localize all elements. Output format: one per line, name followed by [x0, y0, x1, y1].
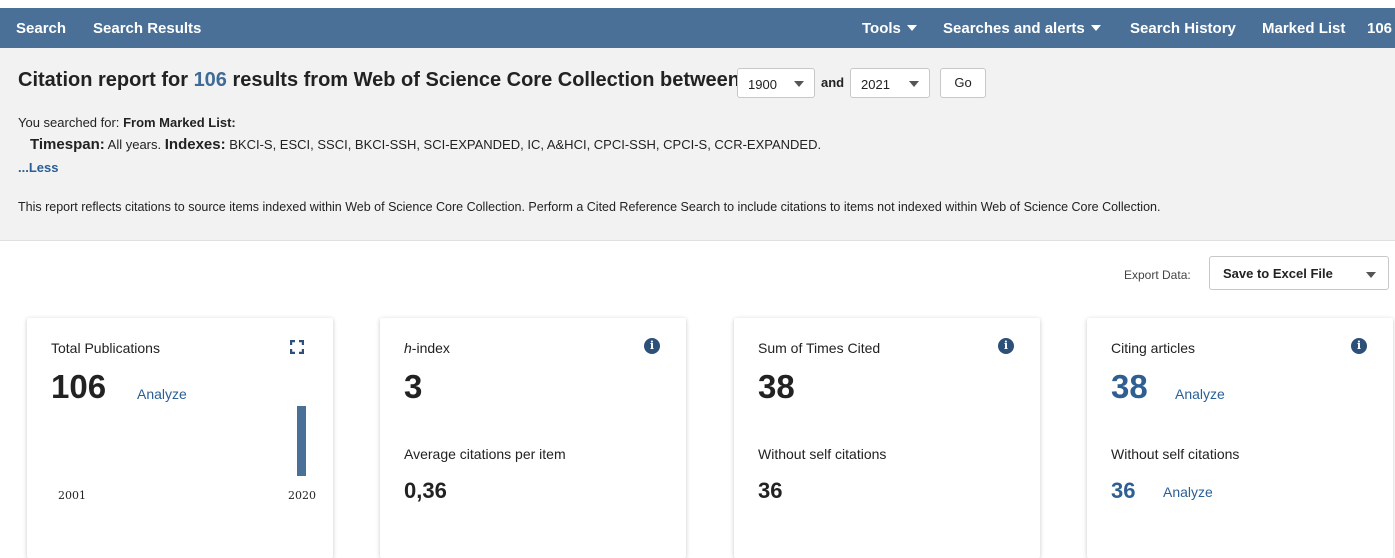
h-index-label-prefix: h: [404, 340, 412, 356]
citing-without-self-label: Without self citations: [1111, 446, 1240, 462]
axis-year-end: 2020: [288, 489, 316, 502]
nav-tools-menu[interactable]: Tools: [862, 20, 917, 37]
chevron-down-icon: [1090, 25, 1101, 31]
h-index-card: h-index i 3 Average citations per item 0…: [380, 318, 686, 558]
title-prefix: Citation report for: [18, 69, 188, 91]
nav-search-history-link[interactable]: Search History: [1130, 20, 1236, 37]
citing-articles-value[interactable]: 38: [1111, 368, 1148, 406]
export-select[interactable]: Save to Excel File: [1209, 256, 1389, 290]
export-select-value: Save to Excel File: [1223, 266, 1333, 281]
average-citations-value: 0,36: [404, 478, 447, 503]
searched-for-value: From Marked List:: [123, 115, 236, 130]
chevron-down-icon: [794, 81, 804, 87]
without-self-citations-value: 36: [758, 478, 783, 503]
publications-bar: [297, 406, 306, 476]
nav-search-link[interactable]: Search: [16, 20, 66, 37]
axis-year-start: 2001: [58, 489, 86, 502]
sum-times-cited-card: Sum of Times Cited i 38 Without self cit…: [734, 318, 1040, 558]
expand-icon[interactable]: [290, 340, 304, 354]
chevron-down-icon: [1366, 272, 1376, 278]
search-summary-panel: Citation report for 106 results from Web…: [0, 48, 1395, 241]
info-icon[interactable]: i: [998, 338, 1014, 354]
year-from-select[interactable]: 1900: [737, 68, 815, 98]
average-citations-label: Average citations per item: [404, 446, 566, 462]
and-label: and: [821, 75, 845, 90]
top-navigation-bar: Search Search Results Tools Searches and…: [0, 8, 1395, 48]
nav-marked-list-link[interactable]: Marked List: [1262, 20, 1345, 37]
nav-search-results-link[interactable]: Search Results: [93, 20, 201, 37]
sum-times-cited-value: 38: [758, 368, 795, 405]
nav-searches-alerts-label: Searches and alerts: [943, 20, 1085, 37]
citing-without-self-analyze-link[interactable]: Analyze: [1163, 484, 1213, 500]
indexes-label: Indexes:: [164, 136, 226, 153]
year-from-value: 1900: [748, 77, 777, 92]
citing-without-self-value[interactable]: 36: [1111, 478, 1135, 504]
year-to-select[interactable]: 2021: [850, 68, 930, 98]
result-count: 106: [193, 69, 227, 91]
h-index-value: 3: [404, 368, 423, 405]
nav-tools-label: Tools: [862, 20, 901, 37]
timespan-value: All years.: [107, 137, 162, 152]
total-publications-value: 106: [51, 368, 107, 405]
citing-articles-card: Citing articles i 38 Analyze Without sel…: [1087, 318, 1393, 558]
searched-for-label: You searched for:: [18, 115, 120, 130]
chevron-down-icon: [906, 25, 917, 31]
year-to-value: 2021: [861, 77, 890, 92]
timespan-indexes-line: Timespan: All years. Indexes: BKCI-S, ES…: [30, 136, 821, 153]
marked-list-count[interactable]: 106: [1367, 20, 1392, 37]
without-self-citations-label: Without self citations: [758, 446, 887, 462]
citing-analyze-link[interactable]: Analyze: [1175, 386, 1225, 402]
searched-for-line: You searched for: From Marked List:: [18, 115, 236, 130]
total-publications-card: Total Publications 106 Analyze 2001 2020: [27, 318, 333, 558]
report-title: Citation report for 106 results from Web…: [18, 69, 740, 92]
total-publications-label: Total Publications: [51, 340, 160, 356]
title-suffix: results from Web of Science Core Collect…: [232, 69, 741, 91]
h-index-label-suffix: -index: [411, 340, 450, 356]
citing-articles-label: Citing articles: [1111, 340, 1196, 356]
timespan-label: Timespan:: [30, 136, 105, 153]
sum-times-cited-label: Sum of Times Cited: [758, 340, 881, 356]
info-icon[interactable]: i: [1351, 338, 1367, 354]
total-analyze-link[interactable]: Analyze: [137, 386, 187, 402]
export-data-label: Export Data:: [1124, 268, 1191, 282]
indexes-value: BKCI-S, ESCI, SSCI, BKCI-SSH, SCI-EXPAND…: [229, 137, 822, 152]
chevron-down-icon: [909, 81, 919, 87]
go-button[interactable]: Go: [940, 68, 986, 98]
report-note: This report reflects citations to source…: [18, 200, 1161, 214]
info-icon[interactable]: i: [644, 338, 660, 354]
nav-searches-alerts-menu[interactable]: Searches and alerts: [943, 20, 1101, 37]
less-link[interactable]: ...Less: [18, 160, 58, 175]
h-index-label: h-index: [404, 340, 450, 356]
